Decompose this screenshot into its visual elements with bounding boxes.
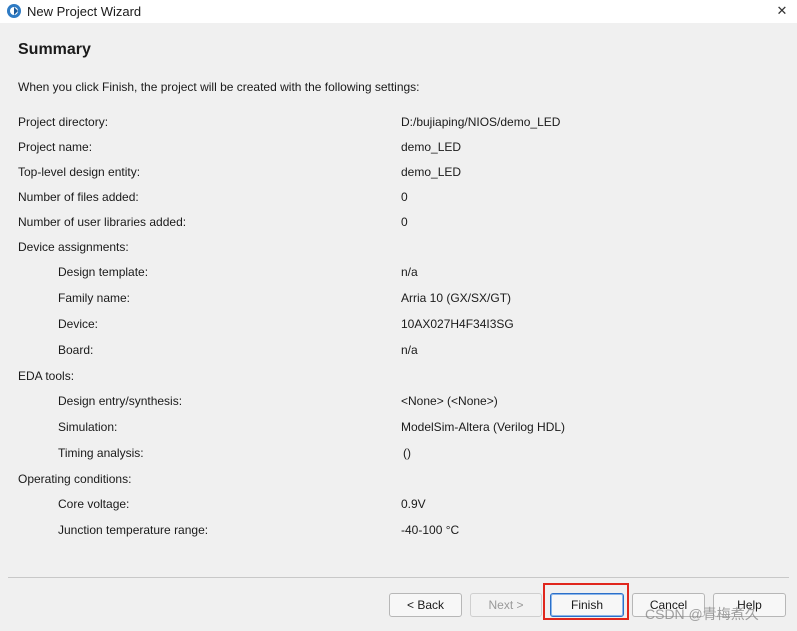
core-voltage-label: Core voltage: [58, 497, 130, 511]
next-button[interactable]: Next > [470, 593, 542, 617]
footer-divider [8, 577, 789, 578]
family-name-label: Family name: [58, 291, 131, 305]
junction-temp-value: -40-100 °C [401, 523, 460, 537]
user-libraries-label: Number of user libraries added: [18, 215, 187, 229]
finish-highlight-box [543, 583, 629, 620]
design-template-value: n/a [401, 265, 418, 279]
simulation-value: ModelSim-Altera (Verilog HDL) [401, 420, 566, 434]
user-libraries-value: 0 [401, 215, 408, 229]
close-button[interactable]: ✕ [767, 0, 797, 23]
family-name-value: Arria 10 (GX/SX/GT) [401, 291, 512, 305]
timing-analysis-value: () [403, 446, 411, 460]
device-value: 10AX027H4F34I3SG [401, 317, 514, 331]
device-assignments-heading: Device assignments: [18, 240, 129, 254]
top-level-value: demo_LED [401, 165, 462, 179]
device-label: Device: [58, 317, 99, 331]
watermark: CSDN @青梅煮久 [645, 606, 759, 622]
operating-conditions-heading: Operating conditions: [18, 472, 132, 486]
project-name-value: demo_LED [401, 140, 462, 154]
design-template-label: Design template: [58, 265, 149, 279]
design-entry-value: <None> (<None>) [401, 394, 498, 408]
core-voltage-value: 0.9V [401, 497, 426, 511]
app-logo-icon [7, 4, 21, 18]
project-name-label: Project name: [18, 140, 93, 154]
timing-analysis-label: Timing analysis: [58, 446, 144, 460]
back-button[interactable]: < Back [389, 593, 462, 617]
board-value: n/a [401, 343, 418, 357]
eda-tools-heading: EDA tools: [18, 369, 75, 383]
project-directory-value: D:/bujiaping/NIOS/demo_LED [401, 115, 561, 129]
window-title: New Project Wizard [27, 4, 142, 19]
files-added-value: 0 [401, 190, 408, 204]
design-entry-label: Design entry/synthesis: [58, 394, 183, 408]
files-added-label: Number of files added: [18, 190, 139, 204]
junction-temp-label: Junction temperature range: [58, 523, 209, 537]
simulation-label: Simulation: [58, 420, 118, 434]
board-label: Board: [58, 343, 94, 357]
project-directory-label: Project directory: [18, 115, 109, 129]
intro-text: When you click Finish, the project will … [18, 80, 420, 94]
title-bar: New Project Wizard ✕ [0, 0, 797, 23]
page-title: Summary [18, 41, 91, 58]
top-level-label: Top-level design entity: [18, 165, 141, 179]
